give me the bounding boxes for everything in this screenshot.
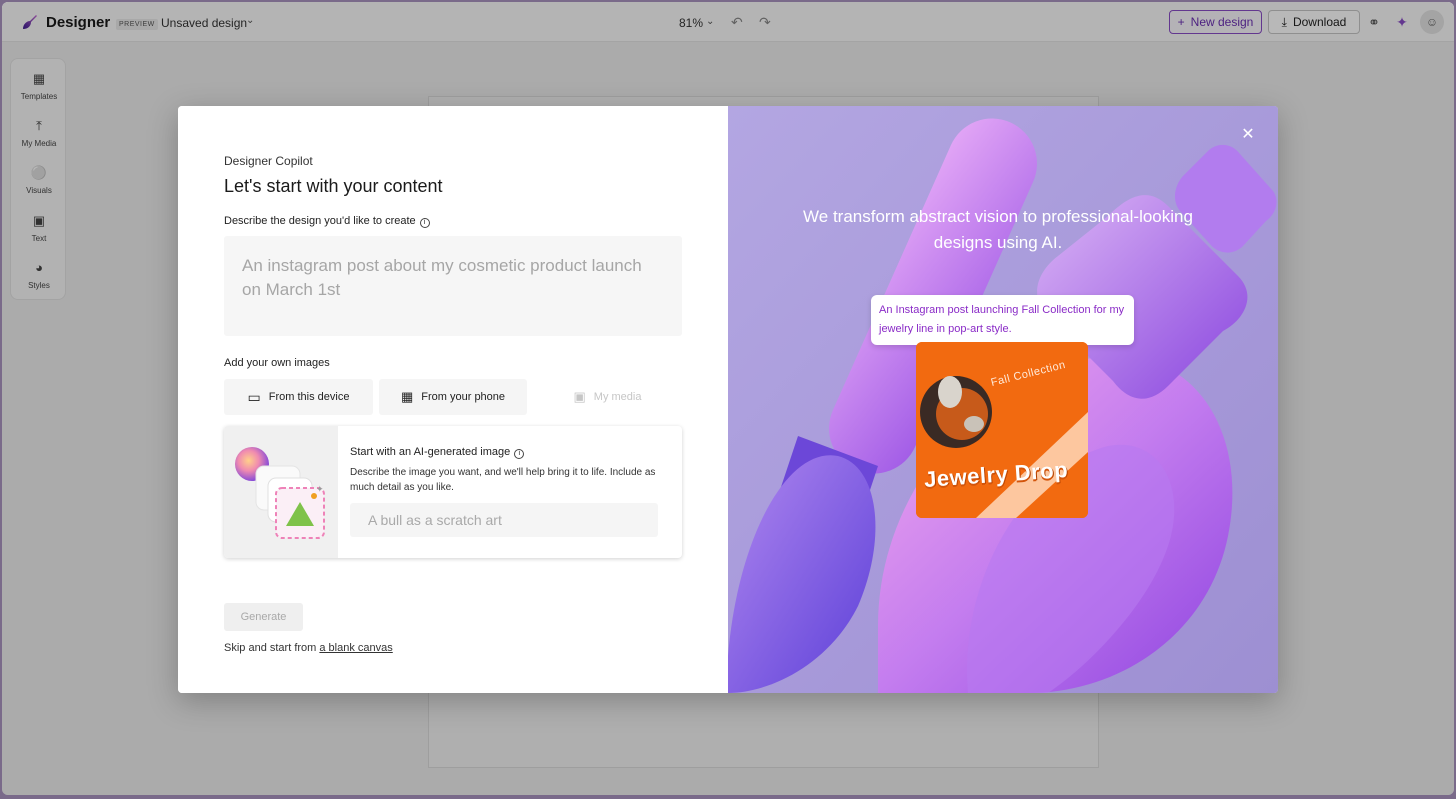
- from-device-label: From this device: [268, 391, 350, 403]
- example-poster: Fall Collection Jewelry Drop: [916, 342, 1088, 518]
- design-prompt-container: [224, 236, 682, 336]
- info-icon[interactable]: i: [514, 449, 525, 459]
- svg-text:✦: ✦: [316, 485, 324, 495]
- dialog-eyebrow: Designer Copilot: [224, 154, 313, 168]
- ai-image-prompt-input[interactable]: [350, 503, 658, 537]
- ai-card-description: Describe the image you want, and we'll h…: [350, 467, 656, 493]
- monitor-icon: ▭: [247, 388, 261, 405]
- app-window: Designer PREVIEW Unsaved design ⌄ 81% ⌄ …: [2, 2, 1454, 795]
- from-phone-label: From your phone: [421, 391, 506, 403]
- blank-canvas-link[interactable]: a blank canvas: [319, 642, 392, 654]
- ai-image-art-icon: ✦: [235, 447, 325, 539]
- dialog-content-pane: Designer Copilot Let's start with your c…: [178, 106, 728, 693]
- skip-prefix: Skip and start from: [224, 642, 320, 654]
- ai-card-title-text: Start with an AI-generated image: [350, 446, 511, 458]
- design-prompt-input[interactable]: [242, 254, 664, 318]
- example-prompt-bubble: An Instagram post launching Fall Collect…: [871, 295, 1134, 345]
- ai-image-illustration: ✦: [224, 426, 338, 558]
- ai-image-card: ✦ Start with an AI-generated image i Desc…: [224, 426, 682, 558]
- dialog-title: Let's start with your content: [224, 176, 443, 196]
- my-media-label: My media: [593, 391, 642, 403]
- generate-button[interactable]: Generate: [224, 603, 303, 631]
- describe-label-text: Describe the design you'd like to create: [224, 215, 416, 227]
- copilot-dialog: Designer Copilot Let's start with your c…: [178, 106, 1278, 693]
- hero-tagline: We transform abstract vision to professi…: [803, 207, 1193, 252]
- info-icon[interactable]: i: [419, 218, 430, 228]
- my-media-button[interactable]: ▣ My media: [533, 379, 682, 415]
- ai-card-title: Start with an AI-generated image i: [350, 446, 525, 459]
- hero-pane: ✕ We transform abstract vision to profes…: [728, 106, 1278, 693]
- from-device-button[interactable]: ▭ From this device: [224, 379, 373, 415]
- skip-text: Skip and start from a blank canvas: [224, 642, 393, 654]
- add-images-label: Add your own images: [224, 357, 330, 369]
- close-icon[interactable]: ✕: [1238, 124, 1258, 144]
- qr-code-icon: ▦: [400, 389, 414, 404]
- describe-label: Describe the design you'd like to create…: [224, 215, 430, 228]
- image-icon: ▣: [573, 389, 586, 404]
- from-phone-button[interactable]: ▦ From your phone: [379, 379, 527, 415]
